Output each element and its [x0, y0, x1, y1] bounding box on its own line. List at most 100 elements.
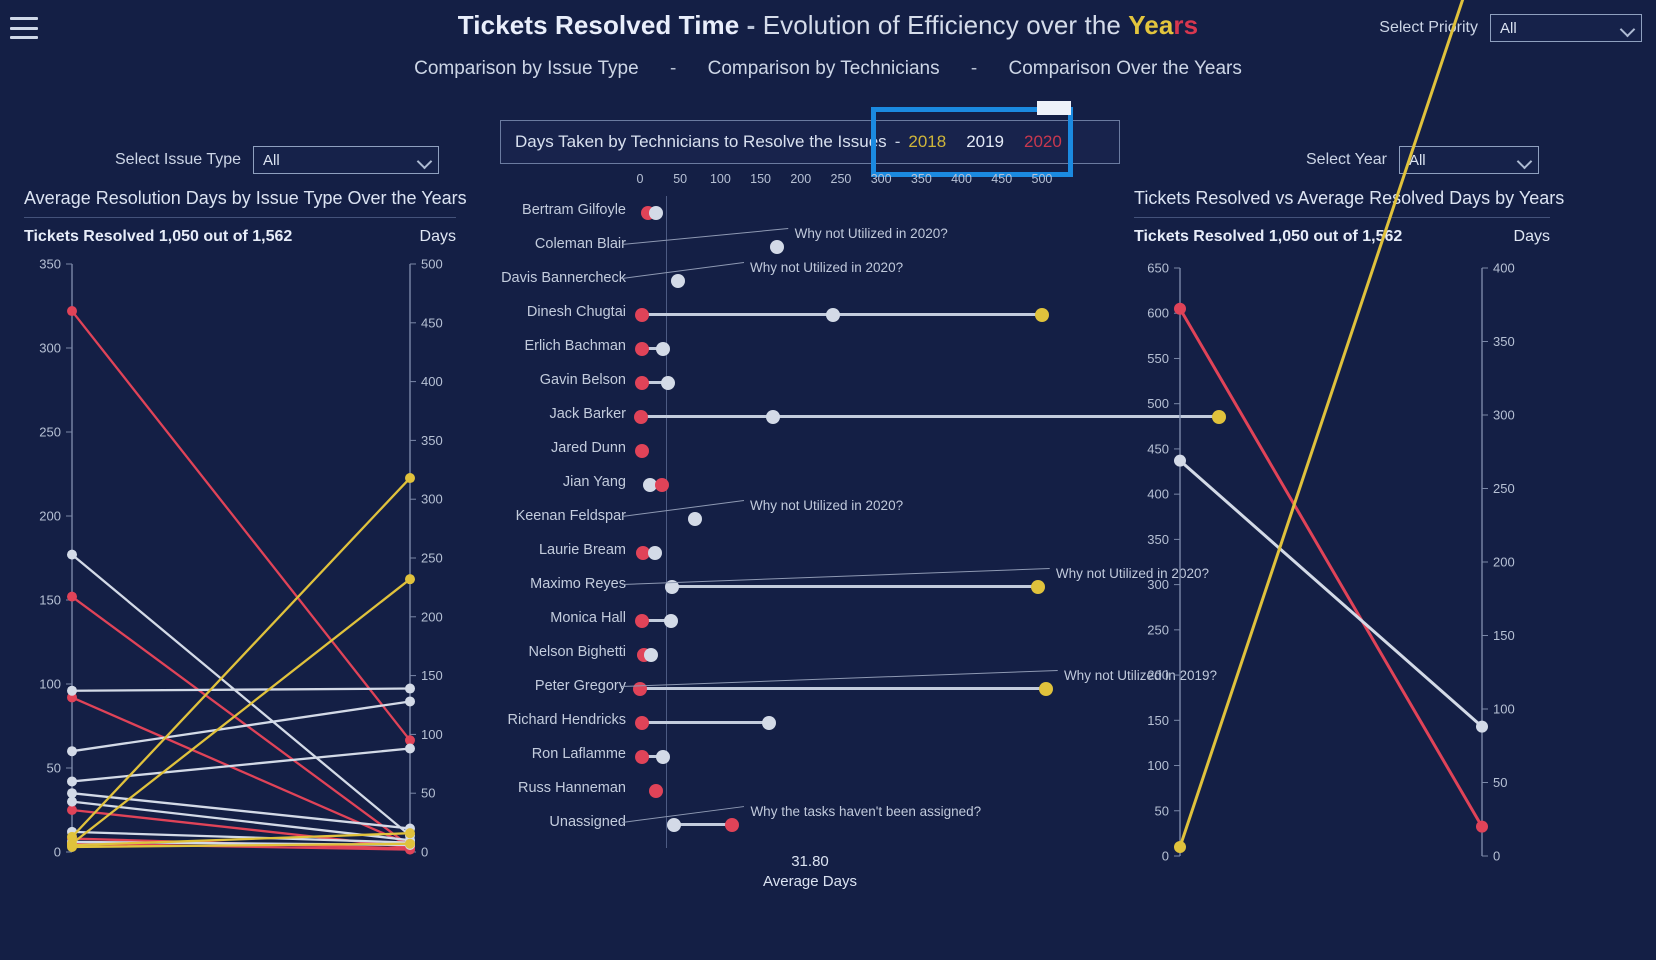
- slicer-issue-type-dropdown[interactable]: All: [253, 146, 439, 174]
- legend-year-2020[interactable]: 2020: [1024, 132, 1062, 152]
- dumbbell-row[interactable]: Maximo Reyes Why not Utilized in 2020?: [500, 566, 1209, 604]
- dumbbell-point-2019[interactable]: [648, 546, 663, 560]
- dumbbell-point-2018[interactable]: [1030, 580, 1045, 594]
- data-point[interactable]: [1476, 720, 1488, 733]
- data-point[interactable]: [405, 743, 415, 754]
- chevron-down-icon[interactable]: [416, 153, 433, 170]
- slicer-select-priority[interactable]: Select Priority All: [1379, 14, 1642, 42]
- dumbbell-point-2019[interactable]: [769, 240, 784, 254]
- dumbbell-point-2019[interactable]: [761, 716, 776, 730]
- series-s3[interactable]: [67, 692, 415, 850]
- dumbbell-row[interactable]: Davis Bannercheck Why not Utilized in 202…: [500, 260, 1120, 298]
- data-point[interactable]: [67, 591, 77, 602]
- selection-handle[interactable]: [1037, 101, 1071, 115]
- dumbbell-point-2020[interactable]: [649, 784, 664, 798]
- dumbbell-point-2019[interactable]: [649, 206, 664, 220]
- series-2019[interactable]: [1174, 454, 1488, 733]
- dumbbell-row[interactable]: Laurie Bream: [500, 536, 1120, 570]
- dumbbell-point-2020[interactable]: [633, 410, 648, 424]
- dumbbell-row[interactable]: Keenan Feldspar Why not Utilized in 2020?: [500, 498, 1120, 536]
- dumbbell-row[interactable]: Gavin Belson: [500, 366, 1120, 400]
- dumbbell-row[interactable]: Jian Yang: [500, 468, 1120, 502]
- dumbbell-row[interactable]: Erlich Bachman: [500, 332, 1120, 366]
- slicer-year-dropdown[interactable]: All: [1398, 146, 1539, 174]
- data-point[interactable]: [405, 473, 415, 484]
- dumbbell-point-2018[interactable]: [1034, 308, 1049, 322]
- dumbbell-point-2019[interactable]: [666, 818, 681, 832]
- slicer-select-year[interactable]: Select Year All: [1306, 146, 1539, 174]
- data-point[interactable]: [67, 841, 77, 852]
- data-point[interactable]: [405, 838, 415, 849]
- dumbbell-point-2020[interactable]: [634, 376, 649, 390]
- dumbbell-point-2020[interactable]: [635, 308, 650, 322]
- series-s7[interactable]: [67, 549, 415, 841]
- left-slope-chart[interactable]: 0 50 100 150 200 250 300 350 0 50 100 150 200 250 300 3…: [24, 254, 456, 874]
- x-tick-label: 500: [1031, 172, 1053, 186]
- series-s9[interactable]: [67, 696, 415, 757]
- data-point[interactable]: [67, 685, 77, 696]
- dumbbell-point-2020[interactable]: [634, 614, 649, 628]
- data-point[interactable]: [1174, 302, 1186, 315]
- nav-comparison-by-issue-type[interactable]: Comparison by Issue Type: [414, 58, 639, 79]
- data-point[interactable]: [67, 776, 77, 787]
- dumbbell-point-2020[interactable]: [634, 342, 649, 356]
- slicer-select-issue-type[interactable]: Select Issue Type All: [115, 146, 439, 174]
- data-point[interactable]: [67, 746, 77, 757]
- dumbbell-point-2019[interactable]: [644, 648, 659, 662]
- legend-year-2019[interactable]: 2019: [966, 132, 1004, 152]
- dumbbell-point-2019[interactable]: [655, 342, 670, 356]
- data-point[interactable]: [67, 306, 77, 317]
- dumbbell-point-2019[interactable]: [655, 750, 670, 764]
- chevron-down-icon[interactable]: [1516, 153, 1533, 170]
- series-2018[interactable]: [1174, 0, 1488, 853]
- series-s1[interactable]: [67, 306, 415, 746]
- nav-comparison-by-technicians[interactable]: Comparison by Technicians: [708, 58, 940, 79]
- dumbbell-row[interactable]: Unassigned Why the tasks haven't been ass…: [500, 804, 1120, 842]
- dumbbell-row[interactable]: Peter Gregory Why not Utilized in 2019?: [500, 668, 1217, 706]
- dumbbell-point-2019[interactable]: [663, 614, 678, 628]
- dumbbell-row[interactable]: Dinesh Chugtai: [500, 298, 1120, 332]
- y-tick-label: 300: [1147, 577, 1169, 592]
- data-point[interactable]: [405, 696, 415, 707]
- data-point[interactable]: [1476, 820, 1488, 833]
- dumbbell-point-2020[interactable]: [635, 716, 650, 730]
- nav-comparison-over-the-years[interactable]: Comparison Over the Years: [1008, 58, 1241, 79]
- series-s2[interactable]: [67, 591, 415, 852]
- dumbbell-point-2019[interactable]: [687, 512, 702, 526]
- chevron-down-icon[interactable]: [1619, 21, 1636, 38]
- slicer-priority-dropdown[interactable]: All: [1490, 14, 1642, 42]
- dumbbell-point-2020[interactable]: [633, 682, 647, 696]
- dumbbell-point-2019[interactable]: [765, 410, 780, 424]
- dumbbell-point-2019[interactable]: [825, 308, 840, 322]
- dumbbell-point-2019[interactable]: [661, 376, 676, 390]
- data-point[interactable]: [67, 549, 77, 560]
- dumbbell-point-2020[interactable]: [725, 818, 740, 832]
- data-point[interactable]: [405, 574, 415, 585]
- right-slope-chart[interactable]: 0 50 100 150 200 250 300 350 400 450 500 550 600 650 0…: [1134, 0, 1550, 874]
- dumbbell-row[interactable]: Russ Hanneman: [500, 774, 1120, 808]
- dumbbell-row[interactable]: Coleman Blair Why not Utilized in 2020?: [500, 226, 1120, 264]
- dumbbell-row[interactable]: Ron Laflamme: [500, 740, 1120, 774]
- dumbbell-row[interactable]: Bertram Gilfoyle: [500, 196, 1120, 230]
- dumbbell-row[interactable]: Monica Hall: [500, 604, 1120, 638]
- dumbbell-point-2020[interactable]: [635, 444, 650, 458]
- dumbbell-row[interactable]: Nelson Bighetti: [500, 638, 1120, 672]
- series-s10[interactable]: [67, 743, 415, 787]
- series-s15[interactable]: [67, 473, 415, 842]
- dumbbell-row[interactable]: Jared Dunn: [500, 434, 1120, 468]
- data-point[interactable]: [1174, 454, 1186, 467]
- data-point[interactable]: [1174, 840, 1186, 853]
- series-s16[interactable]: [67, 574, 415, 849]
- dumbbell-point-2018[interactable]: [1038, 682, 1053, 696]
- dumbbell-row[interactable]: Jack Barker: [500, 400, 1226, 434]
- data-point[interactable]: [405, 683, 415, 694]
- legend-year-2018[interactable]: 2018: [908, 132, 946, 152]
- data-point[interactable]: [67, 796, 77, 807]
- series-2020[interactable]: [1174, 302, 1488, 833]
- technician-name: Erlich Bachman: [524, 338, 626, 354]
- dumbbell-row[interactable]: Richard Hendricks: [500, 706, 1120, 740]
- data-point[interactable]: [405, 828, 415, 839]
- dumbbell-point-2019[interactable]: [670, 274, 685, 288]
- dumbbell-point-2020[interactable]: [654, 478, 669, 492]
- dumbbell-point-2020[interactable]: [635, 750, 650, 764]
